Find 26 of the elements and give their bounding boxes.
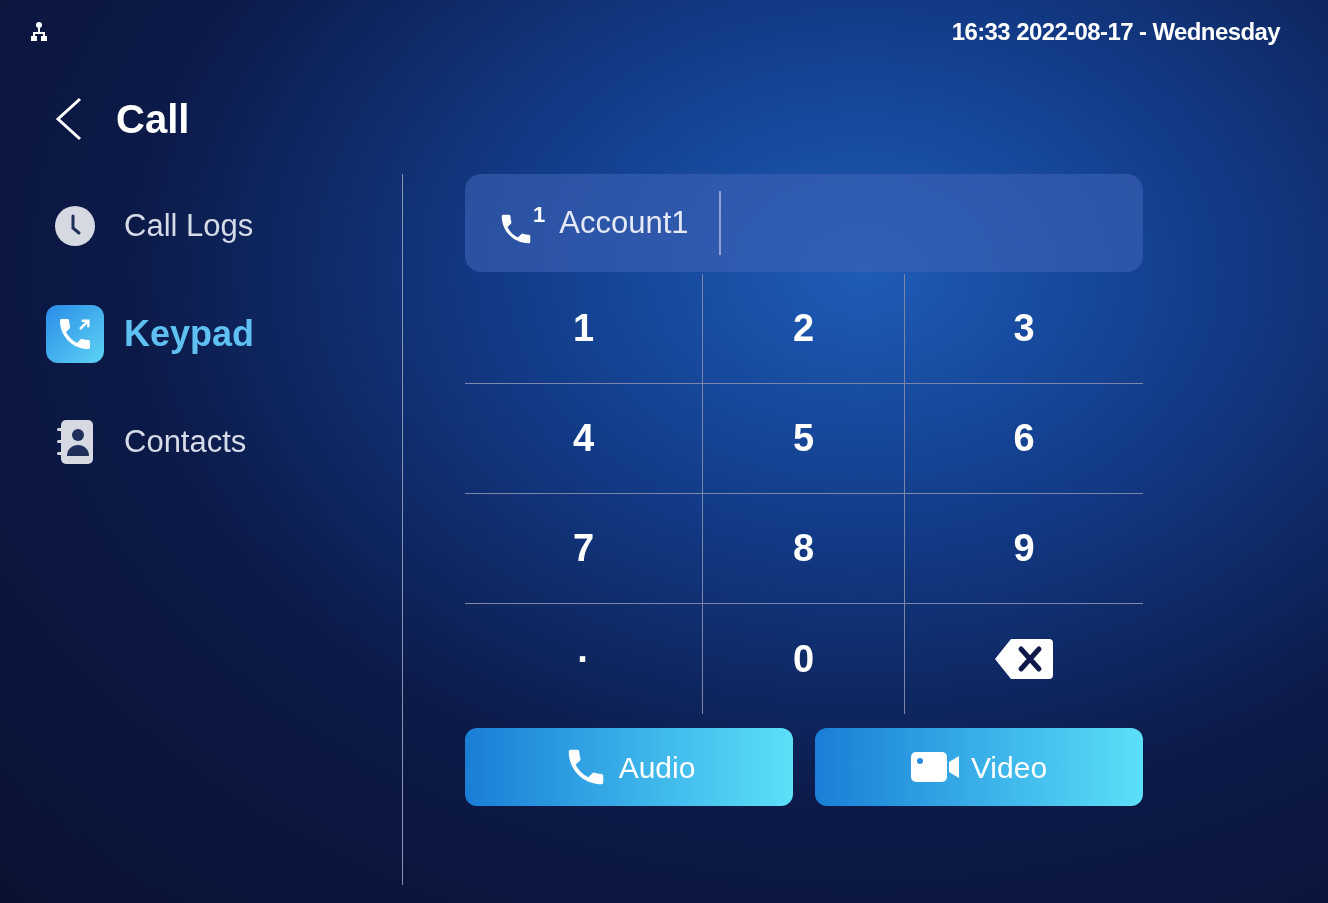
keypad-key[interactable]: 5 xyxy=(703,384,904,493)
sidebar-item[interactable]: Call Logs xyxy=(46,192,402,260)
keypad-key[interactable]: · xyxy=(465,604,702,714)
keypad-key[interactable]: 6 xyxy=(905,384,1143,493)
clock-icon xyxy=(53,204,97,248)
sidebar-item[interactable]: Keypad xyxy=(46,300,402,368)
keypad-key[interactable]: 7 xyxy=(465,494,702,603)
back-icon[interactable] xyxy=(54,97,84,141)
network-icon xyxy=(30,21,48,43)
sidebar-item[interactable]: Contacts xyxy=(46,408,402,476)
keypad-key[interactable]: 2 xyxy=(703,274,904,383)
date-time: 16:33 2022-08-17 - Wednesday xyxy=(951,17,1280,47)
address-book-icon xyxy=(55,418,95,466)
keypad-key[interactable]: 3 xyxy=(905,274,1143,383)
keypad-key[interactable]: 9 xyxy=(905,494,1143,603)
account-name: Account1 xyxy=(559,203,689,242)
account-index: 1 xyxy=(533,201,546,229)
keypad-key[interactable]: 4 xyxy=(465,384,702,493)
number-input-field[interactable]: 1 Account1 xyxy=(465,174,1143,272)
keypad-key[interactable]: 1 xyxy=(465,274,702,383)
video-camera-icon xyxy=(910,750,961,784)
phone-call-icon xyxy=(46,305,104,363)
page-title: Call xyxy=(116,96,190,143)
keypad-key[interactable]: 0 xyxy=(703,604,904,714)
keypad-key[interactable]: 8 xyxy=(703,494,904,603)
backspace-icon xyxy=(993,637,1055,681)
